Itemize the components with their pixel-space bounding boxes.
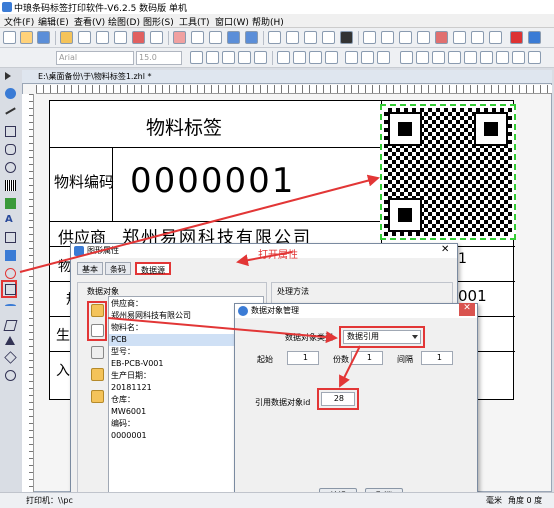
printer-status: 打印机：\\pc <box>26 496 73 505</box>
arrow-to-qr <box>19 174 380 273</box>
arrow-to-type <box>107 317 338 344</box>
arrow-to-tab <box>236 251 293 267</box>
annotation-arrows <box>19 174 380 388</box>
status-bar: 打印机：\\pc 毫米 角度 0 度 <box>0 492 554 508</box>
angle-status: 角度 0 度 <box>508 496 543 505</box>
arrow-to-ref-id <box>339 345 361 388</box>
unit-status: 毫米 <box>486 496 502 505</box>
